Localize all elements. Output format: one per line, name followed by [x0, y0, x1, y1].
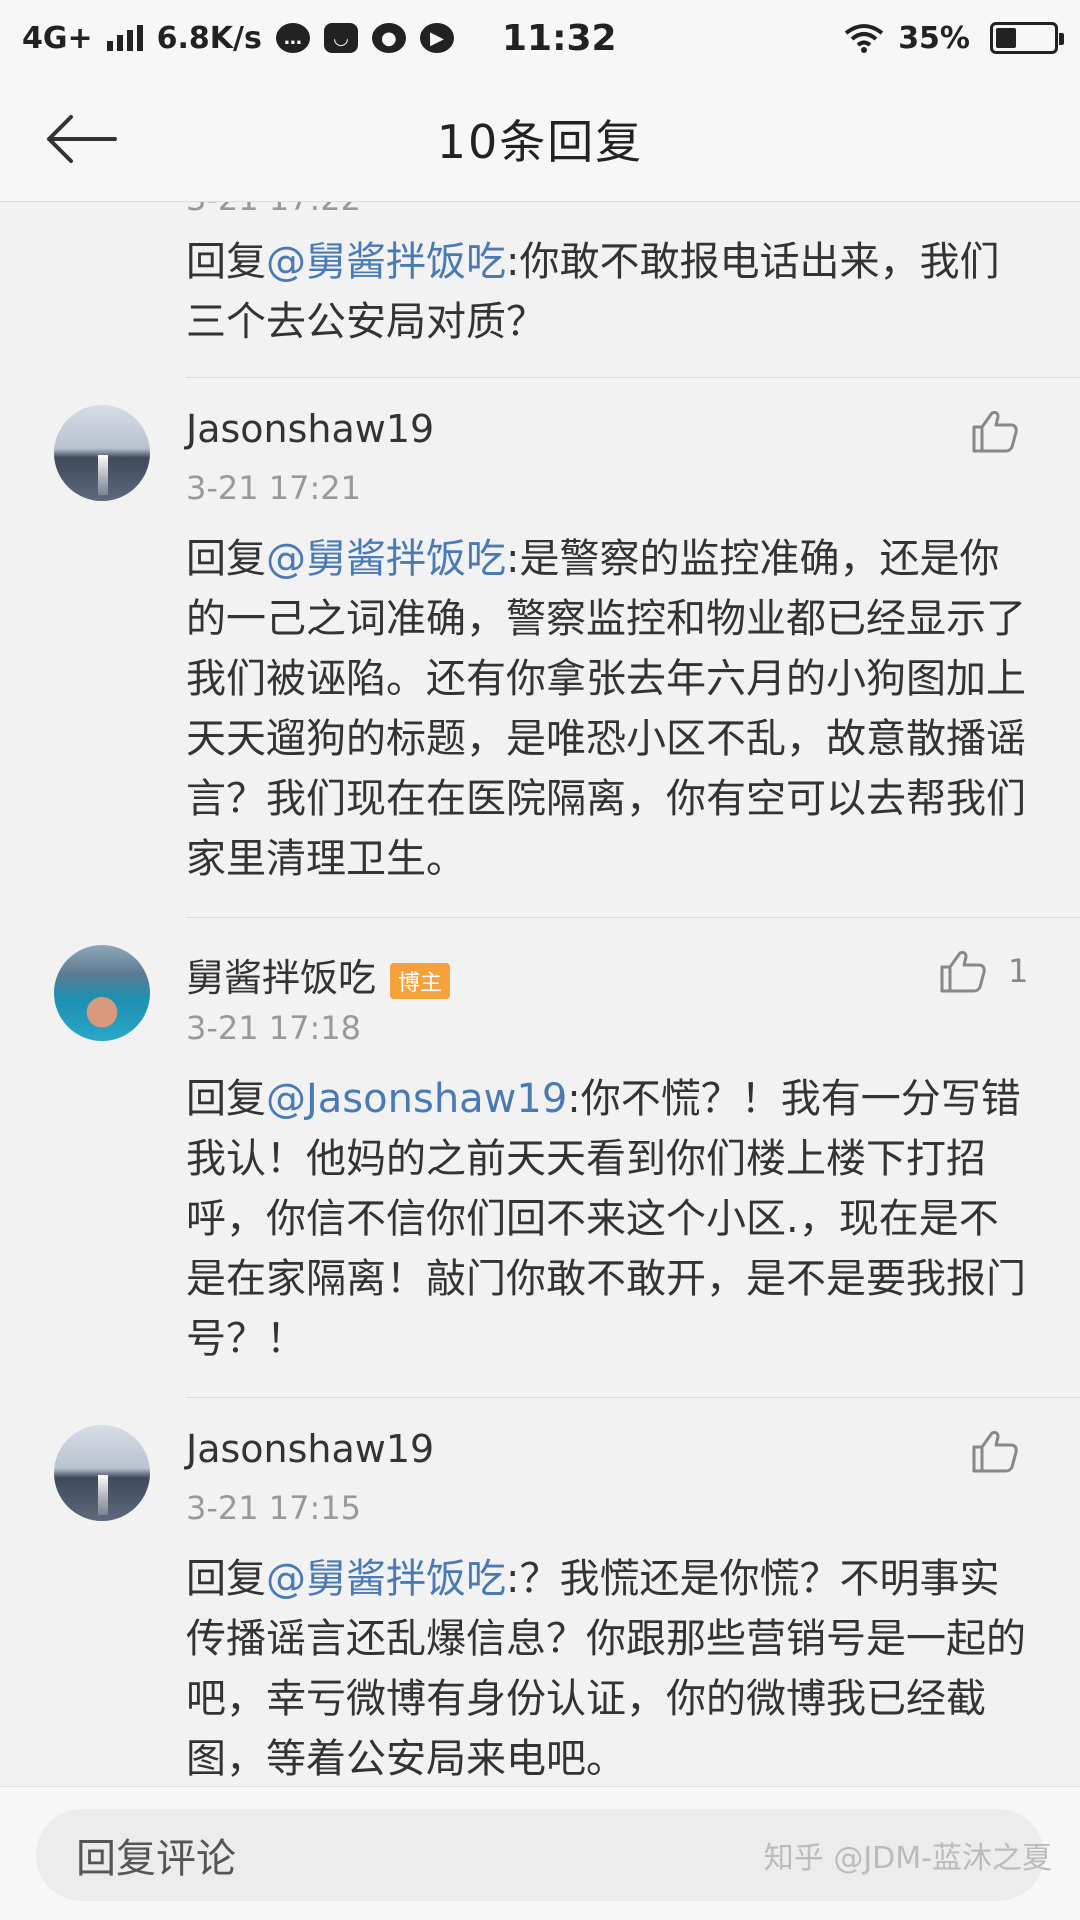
reply-prefix: 回复 — [186, 536, 266, 582]
back-button[interactable] — [40, 108, 122, 170]
username[interactable]: Jasonshaw19 — [186, 1427, 434, 1471]
mention-link[interactable]: @舅酱拌饭吃 — [266, 536, 506, 582]
battery-percent: 35% — [898, 20, 970, 56]
media-play-icon: ▶ — [419, 23, 454, 53]
avatar[interactable] — [54, 1425, 150, 1521]
app-notification-icon: ◡ — [323, 23, 358, 53]
thumbs-up-icon — [972, 411, 1018, 453]
reply-prefix: 回复 — [186, 1076, 266, 1122]
battery-fill — [996, 28, 1016, 48]
avatar[interactable] — [54, 945, 150, 1041]
username-row: 舅酱拌饭吃 博主 — [186, 947, 451, 1002]
thumbs-up-icon — [940, 951, 986, 993]
like-button[interactable] — [972, 409, 1040, 453]
clock: 11:32 — [502, 17, 617, 59]
like-button[interactable]: 1 — [940, 949, 1028, 993]
mention-link[interactable]: @Jasonshaw19 — [266, 1076, 567, 1122]
divider — [186, 1397, 1080, 1398]
reply-prefix: 回复 — [186, 239, 266, 285]
watermark: 知乎 @JDM-蓝沐之夏 — [763, 1841, 1052, 1876]
comment-text: 回复@Jasonshaw19:你不慌？！我有一分写错我认！他妈的之前天天看到你们… — [186, 1069, 1036, 1369]
arrow-left-icon — [47, 115, 117, 163]
title-bar: 10条回复 — [0, 76, 1080, 202]
battery-icon — [990, 22, 1064, 54]
cat-face-icon: ● — [371, 23, 406, 53]
comment-text: 回复@舅酱拌饭吃:是警察的监控准确，还是你的一己之词准确，警察监控和物业都已经显… — [186, 529, 1036, 889]
chat-bubble-icon: … — [275, 23, 310, 53]
reply-placeholder: 回复评论 — [76, 1836, 236, 1882]
blogger-badge: 博主 — [390, 962, 451, 999]
thumbs-up-icon — [972, 1431, 1018, 1473]
reply-prefix: 回复 — [186, 1556, 266, 1602]
signal-icon — [106, 25, 143, 51]
mention-link[interactable]: @舅酱拌饭吃 — [266, 239, 506, 285]
reply-list[interactable]: 3-21 17:22 回复@舅酱拌饭吃:你敢不敢报电话出来，我们三个去公安局对质… — [0, 202, 1080, 1786]
network-speed: 6.8K/s — [156, 20, 262, 56]
username[interactable]: Jasonshaw19 — [186, 407, 434, 451]
divider — [186, 917, 1080, 918]
username[interactable]: 舅酱拌饭吃 — [186, 956, 376, 1000]
status-bar: 4G+ 6.8K/s … ◡ ● ▶ 11:32 35% — [0, 0, 1080, 76]
avatar[interactable] — [54, 405, 150, 501]
partial-timestamp: 3-21 17:22 — [186, 202, 361, 218]
divider — [186, 377, 1080, 378]
like-button[interactable] — [972, 1429, 1040, 1473]
timestamp: 3-21 17:15 — [186, 1489, 362, 1527]
timestamp: 3-21 17:18 — [186, 1009, 362, 1047]
like-count: 1 — [1008, 952, 1029, 990]
wifi-icon — [844, 24, 884, 53]
comment-body: :是警察的监控准确，还是你的一己之词准确，警察监控和物业都已经显示了我们被诬陷。… — [186, 536, 1026, 882]
page-title: 10条回复 — [436, 114, 644, 169]
timestamp: 3-21 17:21 — [186, 469, 362, 507]
mention-link[interactable]: @舅酱拌饭吃 — [266, 1556, 506, 1602]
comment-text: 回复@舅酱拌饭吃:？我慌还是你慌？不明事实传播谣言还乱爆信息？你跟那些营销号是一… — [186, 1549, 1036, 1786]
comment-text: 回复@舅酱拌饭吃:你敢不敢报电话出来，我们三个去公安局对质？ — [186, 232, 1036, 352]
network-type: 4G+ — [22, 20, 93, 56]
reply-bar: 回复评论 知乎 @JDM-蓝沐之夏 — [0, 1786, 1080, 1920]
